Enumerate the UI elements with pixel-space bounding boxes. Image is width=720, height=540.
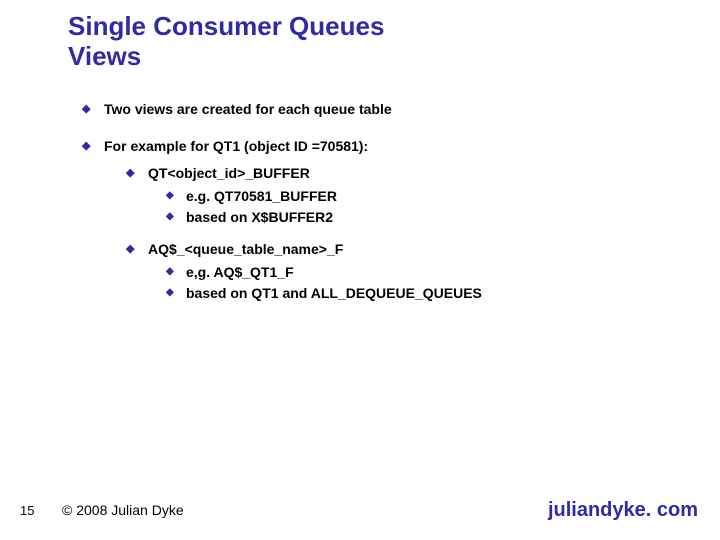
subsub-bullet-item: based on QT1 and ALL_DEQUEUE_QUEUES — [166, 284, 680, 303]
sub-bullet-item: QT<object_id>_BUFFER e.g. QT70581_BUFFER… — [126, 164, 680, 227]
site-name: juliandyke. com — [548, 499, 698, 522]
subsub-bullet-item: e,g. AQ$_QT1_F — [166, 263, 680, 282]
page-number: 15 — [20, 503, 34, 518]
title-line-2: Views — [68, 41, 141, 71]
bullet-item: For example for QT1 (object ID =70581): … — [82, 137, 680, 303]
subsub-bullet-item: based on X$BUFFER2 — [166, 208, 680, 227]
subsub-bullet-item: e.g. QT70581_BUFFER — [166, 187, 680, 206]
subsub-bullet-list: e.g. QT70581_BUFFER based on X$BUFFER2 — [166, 187, 680, 227]
slide: Single Consumer Queues Views Two views a… — [0, 0, 720, 540]
subsub-bullet-list: e,g. AQ$_QT1_F based on QT1 and ALL_DEQU… — [166, 263, 680, 303]
bullet-item: Two views are created for each queue tab… — [82, 100, 680, 119]
bullet-list: Two views are created for each queue tab… — [82, 100, 680, 303]
slide-content: Two views are created for each queue tab… — [82, 100, 680, 321]
subsub-bullet-text: e.g. QT70581_BUFFER — [186, 188, 337, 204]
title-line-1: Single Consumer Queues — [68, 11, 384, 41]
sub-bullet-text: AQ$_<queue_table_name>_F — [148, 241, 343, 257]
bullet-text: For example for QT1 (object ID =70581): — [104, 138, 368, 154]
sub-bullet-item: AQ$_<queue_table_name>_F e,g. AQ$_QT1_F … — [126, 240, 680, 303]
subsub-bullet-text: based on X$BUFFER2 — [186, 209, 333, 225]
slide-title: Single Consumer Queues Views — [68, 12, 384, 72]
sub-bullet-text: QT<object_id>_BUFFER — [148, 165, 310, 181]
sub-bullet-list: QT<object_id>_BUFFER e.g. QT70581_BUFFER… — [126, 164, 680, 303]
subsub-bullet-text: e,g. AQ$_QT1_F — [186, 264, 294, 280]
copyright: © 2008 Julian Dyke — [62, 502, 184, 518]
bullet-text: Two views are created for each queue tab… — [104, 101, 392, 117]
subsub-bullet-text: based on QT1 and ALL_DEQUEUE_QUEUES — [186, 285, 482, 301]
